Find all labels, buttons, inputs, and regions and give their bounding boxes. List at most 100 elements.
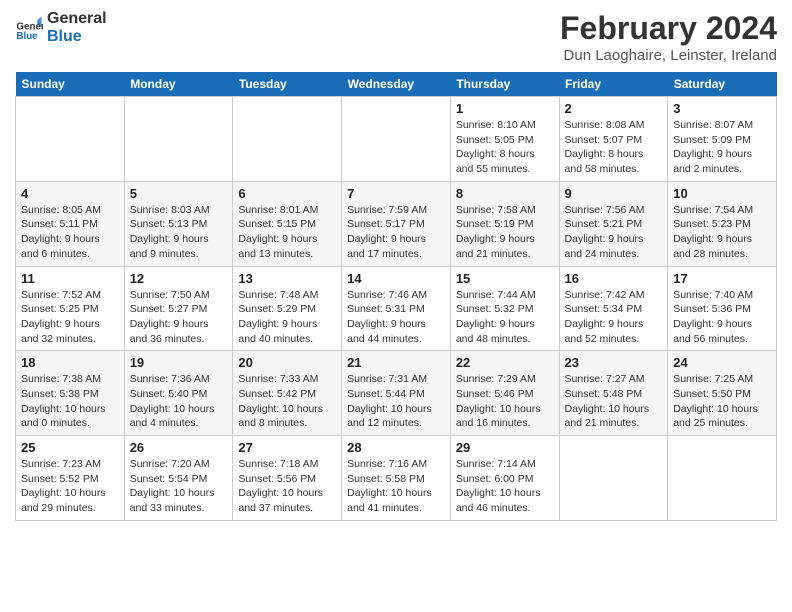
day-cell: 21 Sunrise: 7:31 AMSunset: 5:44 PMDayligh… bbox=[342, 351, 451, 436]
week-row-3: 11 Sunrise: 7:52 AMSunset: 5:25 PMDayligh… bbox=[16, 266, 777, 351]
day-cell: 24 Sunrise: 7:25 AMSunset: 5:50 PMDayligh… bbox=[668, 351, 777, 436]
day-number: 8 bbox=[456, 186, 554, 201]
day-number: 25 bbox=[21, 440, 119, 455]
day-cell: 27 Sunrise: 7:18 AMSunset: 5:56 PMDayligh… bbox=[233, 436, 342, 521]
day-number: 27 bbox=[238, 440, 336, 455]
col-header-saturday: Saturday bbox=[668, 72, 777, 97]
day-info: Sunrise: 7:58 AMSunset: 5:19 PMDaylight:… bbox=[456, 203, 554, 262]
day-cell: 3 Sunrise: 8:07 AMSunset: 5:09 PMDaylight… bbox=[668, 97, 777, 182]
day-cell: 1Sunrise: 8:10 AMSunset: 5:05 PMDaylight… bbox=[450, 97, 559, 182]
day-info: Sunrise: 8:08 AMSunset: 5:07 PMDaylight:… bbox=[565, 118, 663, 177]
day-cell: 9 Sunrise: 7:56 AMSunset: 5:21 PMDaylight… bbox=[559, 181, 668, 266]
day-cell: 15 Sunrise: 7:44 AMSunset: 5:32 PMDayligh… bbox=[450, 266, 559, 351]
day-info: Sunrise: 7:40 AMSunset: 5:36 PMDaylight:… bbox=[673, 288, 771, 347]
title-area: February 2024 Dun Laoghaire, Leinster, I… bbox=[560, 10, 777, 64]
day-number: 20 bbox=[238, 355, 336, 370]
day-info: Sunrise: 7:50 AMSunset: 5:27 PMDaylight:… bbox=[130, 288, 228, 347]
day-number: 7 bbox=[347, 186, 445, 201]
day-cell: 13Sunrise: 7:48 AMSunset: 5:29 PMDayligh… bbox=[233, 266, 342, 351]
day-info: Sunrise: 7:31 AMSunset: 5:44 PMDaylight:… bbox=[347, 372, 445, 431]
day-cell bbox=[342, 97, 451, 182]
day-number: 16 bbox=[565, 271, 663, 286]
logo-general: General bbox=[47, 10, 107, 28]
day-info: Sunrise: 8:01 AMSunset: 5:15 PMDaylight:… bbox=[238, 203, 336, 262]
week-row-1: 1Sunrise: 8:10 AMSunset: 5:05 PMDaylight… bbox=[16, 97, 777, 182]
day-cell: 2Sunrise: 8:08 AMSunset: 5:07 PMDaylight… bbox=[559, 97, 668, 182]
day-number: 4 bbox=[21, 186, 119, 201]
day-number: 23 bbox=[565, 355, 663, 370]
day-cell: 23Sunrise: 7:27 AMSunset: 5:48 PMDayligh… bbox=[559, 351, 668, 436]
day-cell bbox=[124, 97, 233, 182]
day-info: Sunrise: 7:20 AMSunset: 5:54 PMDaylight:… bbox=[130, 457, 228, 516]
main-title: February 2024 bbox=[560, 10, 777, 47]
day-info: Sunrise: 7:44 AMSunset: 5:32 PMDaylight:… bbox=[456, 288, 554, 347]
day-info: Sunrise: 7:46 AMSunset: 5:31 PMDaylight:… bbox=[347, 288, 445, 347]
week-row-5: 25 Sunrise: 7:23 AMSunset: 5:52 PMDayligh… bbox=[16, 436, 777, 521]
day-number: 18 bbox=[21, 355, 119, 370]
calendar-table: SundayMondayTuesdayWednesdayThursdayFrid… bbox=[15, 72, 777, 521]
day-number: 15 bbox=[456, 271, 554, 286]
day-cell: 4 Sunrise: 8:05 AMSunset: 5:11 PMDaylight… bbox=[16, 181, 125, 266]
day-number: 28 bbox=[347, 440, 445, 455]
day-number: 12 bbox=[130, 271, 228, 286]
col-header-wednesday: Wednesday bbox=[342, 72, 451, 97]
day-info: Sunrise: 7:29 AMSunset: 5:46 PMDaylight:… bbox=[456, 372, 554, 431]
week-row-4: 18 Sunrise: 7:38 AMSunset: 5:38 PMDayligh… bbox=[16, 351, 777, 436]
day-info: Sunrise: 7:56 AMSunset: 5:21 PMDaylight:… bbox=[565, 203, 663, 262]
day-info: Sunrise: 8:05 AMSunset: 5:11 PMDaylight:… bbox=[21, 203, 119, 262]
day-number: 11 bbox=[21, 271, 119, 286]
day-cell: 17 Sunrise: 7:40 AMSunset: 5:36 PMDayligh… bbox=[668, 266, 777, 351]
day-info: Sunrise: 7:59 AMSunset: 5:17 PMDaylight:… bbox=[347, 203, 445, 262]
day-cell: 20Sunrise: 7:33 AMSunset: 5:42 PMDayligh… bbox=[233, 351, 342, 436]
day-info: Sunrise: 7:36 AMSunset: 5:40 PMDaylight:… bbox=[130, 372, 228, 431]
day-cell: 8 Sunrise: 7:58 AMSunset: 5:19 PMDaylight… bbox=[450, 181, 559, 266]
day-info: Sunrise: 7:16 AMSunset: 5:58 PMDaylight:… bbox=[347, 457, 445, 516]
day-number: 22 bbox=[456, 355, 554, 370]
day-cell: 22 Sunrise: 7:29 AMSunset: 5:46 PMDayligh… bbox=[450, 351, 559, 436]
day-cell: 5 Sunrise: 8:03 AMSunset: 5:13 PMDaylight… bbox=[124, 181, 233, 266]
day-number: 6 bbox=[238, 186, 336, 201]
day-number: 29 bbox=[456, 440, 554, 455]
col-header-monday: Monday bbox=[124, 72, 233, 97]
day-cell: 29 Sunrise: 7:14 AMSunset: 6:00 PMDayligh… bbox=[450, 436, 559, 521]
day-number: 1 bbox=[456, 101, 554, 116]
day-cell: 19 Sunrise: 7:36 AMSunset: 5:40 PMDayligh… bbox=[124, 351, 233, 436]
col-header-thursday: Thursday bbox=[450, 72, 559, 97]
day-cell bbox=[668, 436, 777, 521]
day-info: Sunrise: 7:14 AMSunset: 6:00 PMDaylight:… bbox=[456, 457, 554, 516]
header: General Blue General Blue February 2024 … bbox=[15, 10, 777, 64]
week-row-2: 4 Sunrise: 8:05 AMSunset: 5:11 PMDaylight… bbox=[16, 181, 777, 266]
day-info: Sunrise: 7:25 AMSunset: 5:50 PMDaylight:… bbox=[673, 372, 771, 431]
logo-icon: General Blue bbox=[15, 14, 43, 42]
day-info: Sunrise: 7:38 AMSunset: 5:38 PMDaylight:… bbox=[21, 372, 119, 431]
day-info: Sunrise: 7:42 AMSunset: 5:34 PMDaylight:… bbox=[565, 288, 663, 347]
day-info: Sunrise: 7:18 AMSunset: 5:56 PMDaylight:… bbox=[238, 457, 336, 516]
day-number: 14 bbox=[347, 271, 445, 286]
day-cell: 6 Sunrise: 8:01 AMSunset: 5:15 PMDaylight… bbox=[233, 181, 342, 266]
col-header-tuesday: Tuesday bbox=[233, 72, 342, 97]
subtitle: Dun Laoghaire, Leinster, Ireland bbox=[560, 47, 777, 64]
day-info: Sunrise: 8:03 AMSunset: 5:13 PMDaylight:… bbox=[130, 203, 228, 262]
logo: General Blue General Blue bbox=[15, 10, 107, 45]
day-info: Sunrise: 7:23 AMSunset: 5:52 PMDaylight:… bbox=[21, 457, 119, 516]
day-info: Sunrise: 7:48 AMSunset: 5:29 PMDaylight:… bbox=[238, 288, 336, 347]
day-number: 19 bbox=[130, 355, 228, 370]
col-header-sunday: Sunday bbox=[16, 72, 125, 97]
day-info: Sunrise: 7:54 AMSunset: 5:23 PMDaylight:… bbox=[673, 203, 771, 262]
calendar-header-row: SundayMondayTuesdayWednesdayThursdayFrid… bbox=[16, 72, 777, 97]
day-info: Sunrise: 7:52 AMSunset: 5:25 PMDaylight:… bbox=[21, 288, 119, 347]
day-number: 24 bbox=[673, 355, 771, 370]
day-number: 3 bbox=[673, 101, 771, 116]
day-cell bbox=[559, 436, 668, 521]
day-number: 21 bbox=[347, 355, 445, 370]
day-number: 26 bbox=[130, 440, 228, 455]
day-cell: 12 Sunrise: 7:50 AMSunset: 5:27 PMDayligh… bbox=[124, 266, 233, 351]
day-cell: 18 Sunrise: 7:38 AMSunset: 5:38 PMDayligh… bbox=[16, 351, 125, 436]
day-number: 10 bbox=[673, 186, 771, 201]
day-number: 17 bbox=[673, 271, 771, 286]
day-cell: 16 Sunrise: 7:42 AMSunset: 5:34 PMDayligh… bbox=[559, 266, 668, 351]
day-number: 9 bbox=[565, 186, 663, 201]
day-number: 5 bbox=[130, 186, 228, 201]
day-cell: 10 Sunrise: 7:54 AMSunset: 5:23 PMDayligh… bbox=[668, 181, 777, 266]
day-info: Sunrise: 8:07 AMSunset: 5:09 PMDaylight:… bbox=[673, 118, 771, 177]
